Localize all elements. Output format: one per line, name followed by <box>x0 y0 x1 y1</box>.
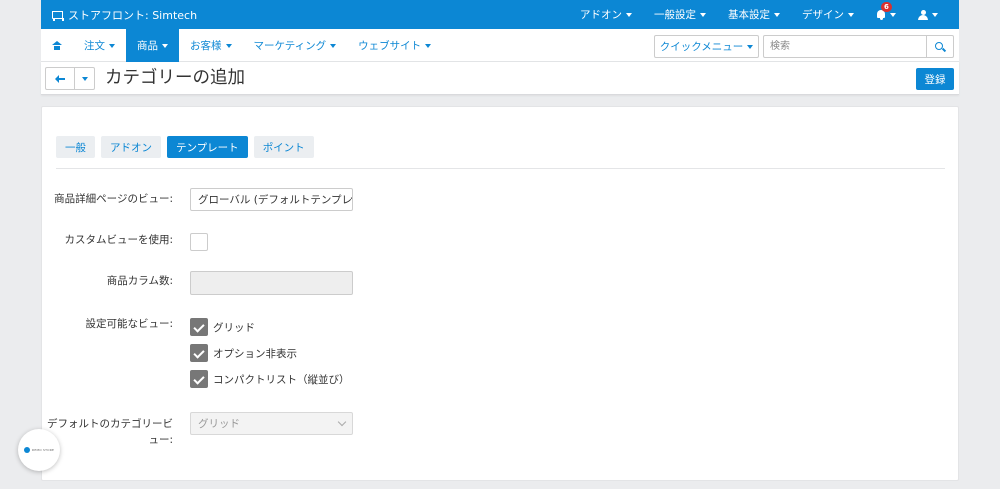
top-menu-label: アドオン <box>580 9 622 21</box>
caret-down-icon <box>81 76 88 81</box>
main-navigation: 注文 商品 お客様 マーケティング ウェブサイト クイックメニュー <box>41 29 959 62</box>
caret-down-icon <box>700 12 706 17</box>
caret-down-icon <box>109 43 115 48</box>
available-views-label: 設定可能なビュー: <box>85 318 173 330</box>
top-menu: アドオン 一般設定 基本設定 デザイン 6 <box>569 0 949 29</box>
search-input[interactable] <box>763 35 927 58</box>
nav-label: 注文 <box>84 40 105 52</box>
tab-list: 一般 アドオン テンプレート ポイント <box>56 136 314 158</box>
default-category-view-select[interactable]: グリッド <box>190 412 353 435</box>
view-option-label: オプション非表示 <box>213 347 297 360</box>
demo-store-widget[interactable]: DEMO STORE <box>18 429 60 471</box>
tab-addons[interactable]: アドオン <box>101 136 161 158</box>
caret-down-icon <box>225 43 232 48</box>
nav-label: お客様 <box>190 40 222 52</box>
page-header: カテゴリーの追加 登録 <box>41 62 959 95</box>
checkbox-checked[interactable] <box>190 318 208 336</box>
storefront-label: ストアフロント: Simtech <box>68 8 198 22</box>
view-option-label: コンパクトリスト（縦並び） <box>213 373 350 386</box>
use-custom-view-checkbox[interactable] <box>190 233 208 251</box>
save-button[interactable]: 登録 <box>916 68 954 90</box>
product-details-view-label: 商品詳細ページのビュー: <box>54 193 173 205</box>
back-button[interactable] <box>45 67 75 90</box>
demo-logo-icon <box>23 447 30 453</box>
bell-icon: 6 <box>876 2 892 20</box>
notification-badge: 6 <box>881 2 892 12</box>
top-menu-label: 一般設定 <box>654 9 696 21</box>
top-menu-addons[interactable]: アドオン <box>569 0 643 29</box>
top-bar: ストアフロント: Simtech アドオン 一般設定 基本設定 デザイン 6 <box>41 0 959 29</box>
top-menu-label: 基本設定 <box>728 9 770 21</box>
top-menu-label: デザイン <box>802 9 844 21</box>
checkbox-checked[interactable] <box>190 344 208 362</box>
view-option-grid[interactable]: グリッド <box>190 318 255 336</box>
caret-down-icon <box>932 12 938 17</box>
caret-down-icon <box>747 44 754 49</box>
caret-down-icon <box>425 43 432 48</box>
search-icon <box>935 41 945 52</box>
tab-template[interactable]: テンプレート <box>167 136 248 158</box>
use-custom-view-label: カスタムビューを使用: <box>64 234 173 246</box>
top-menu-design[interactable]: デザイン <box>791 0 865 29</box>
divider <box>56 168 945 169</box>
nav-marketing[interactable]: マーケティング <box>243 29 348 62</box>
chevron-down-icon <box>337 417 347 427</box>
product-details-view-select[interactable]: グローバル (デフォルトテンプレ <box>190 188 353 211</box>
caret-down-icon <box>774 12 780 17</box>
nav-customers[interactable]: お客様 <box>179 29 243 62</box>
quick-menu-label: クイックメニュー <box>659 41 744 53</box>
storefront-selector[interactable]: ストアフロント: Simtech <box>51 0 197 29</box>
view-option-label: グリッド <box>213 321 255 334</box>
user-menu-button[interactable] <box>907 0 949 29</box>
default-category-view-label: デフォルトのカテゴリービ ュー: <box>47 416 173 448</box>
nav-label: マーケティング <box>253 40 327 52</box>
notifications-button[interactable]: 6 <box>865 0 907 29</box>
top-menu-basic-settings[interactable]: 基本設定 <box>717 0 791 29</box>
view-option-compact-list[interactable]: コンパクトリスト（縦並び） <box>190 370 350 388</box>
tab-general[interactable]: 一般 <box>56 136 95 158</box>
checkbox-checked[interactable] <box>190 370 208 388</box>
label-line: デフォルトのカテゴリービ <box>47 418 173 430</box>
select-value: グリッド <box>198 418 240 430</box>
demo-store-label: DEMO STORE <box>31 448 55 452</box>
label-line: ュー: <box>148 434 173 446</box>
caret-down-icon <box>330 43 337 48</box>
nav-label: 商品 <box>137 40 158 52</box>
product-columns-input[interactable] <box>190 271 353 295</box>
page-title: カテゴリーの追加 <box>105 68 245 88</box>
nav-home[interactable] <box>41 29 73 62</box>
caret-down-icon <box>626 12 632 17</box>
caret-down-icon <box>848 12 854 17</box>
user-icon <box>918 9 928 20</box>
nav-products[interactable]: 商品 <box>126 29 179 62</box>
history-dropdown-button[interactable] <box>74 67 95 90</box>
product-columns-label: 商品カラム数: <box>106 275 173 287</box>
nav-website[interactable]: ウェブサイト <box>347 29 442 62</box>
caret-down-icon <box>890 12 896 17</box>
nav-label: ウェブサイト <box>358 40 422 52</box>
search-button[interactable] <box>926 35 954 58</box>
caret-down-icon <box>162 43 168 48</box>
nav-orders[interactable]: 注文 <box>73 29 126 62</box>
tab-points[interactable]: ポイント <box>253 136 314 158</box>
select-value: グローバル (デフォルトテンプレ <box>198 194 353 206</box>
top-menu-general-settings[interactable]: 一般設定 <box>643 0 717 29</box>
content-panel: 一般 アドオン テンプレート ポイント 商品詳細ページのビュー: グローバル (… <box>41 106 959 481</box>
cart-icon <box>51 10 64 19</box>
view-option-hide-options[interactable]: オプション非表示 <box>190 344 297 362</box>
quick-menu-button[interactable]: クイックメニュー <box>654 35 759 58</box>
arrow-left-icon <box>55 74 65 83</box>
home-icon <box>52 41 62 50</box>
